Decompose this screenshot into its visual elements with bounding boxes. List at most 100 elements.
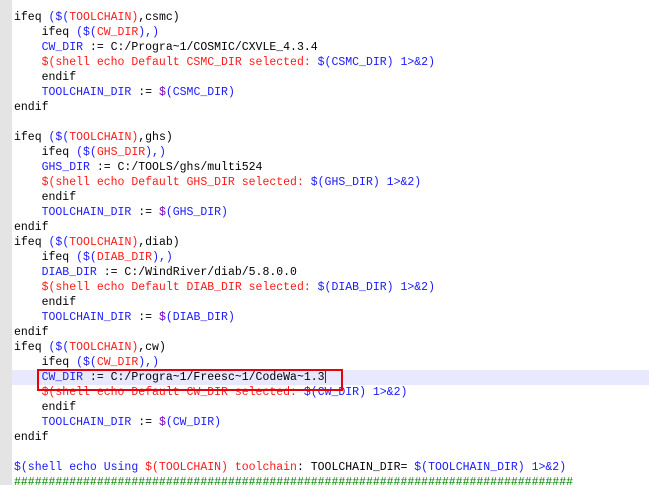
code-token: ifeq	[14, 356, 77, 369]
code-line[interactable]: endif	[14, 295, 649, 310]
code-line[interactable]: TOOLCHAIN_DIR := $(DIAB_DIR)	[14, 310, 649, 325]
code-token: ($(	[76, 26, 97, 39]
code-line[interactable]: DIAB_DIR := C:/WindRiver/diab/5.8.0.0	[14, 265, 649, 280]
code-token: GHS_DIR	[96, 146, 146, 159]
code-line[interactable]: TOOLCHAIN_DIR := $(GHS_DIR)	[14, 205, 649, 220]
code-token: ,ghs)	[138, 131, 173, 144]
code-token: endif	[14, 326, 49, 339]
code-line[interactable]: $(shell echo Default GHS_DIR selected: $…	[14, 175, 649, 190]
code-line[interactable]: GHS_DIR := C:/TOOLS/ghs/multi524	[14, 160, 649, 175]
code-token: ifeq	[14, 11, 49, 24]
code-token: $(GHS_DIR) 1>&2)	[310, 176, 422, 189]
code-line[interactable]: ########################################…	[14, 475, 649, 490]
editor-gutter	[0, 0, 12, 485]
code-token: endif	[14, 101, 49, 114]
code-line[interactable]: ifeq ($(TOOLCHAIN),csmc)	[14, 10, 649, 25]
code-token: $	[158, 416, 166, 429]
code-line[interactable]: ifeq ($(GHS_DIR),)	[14, 145, 649, 160]
code-token: ifeq	[14, 236, 49, 249]
code-token: ),)	[145, 146, 166, 159]
code-line[interactable]: $(shell echo Using $(TOOLCHAIN) toolchai…	[14, 460, 649, 475]
code-token: ($(	[48, 236, 70, 249]
code-token: : TOOLCHAIN_DIR=	[296, 461, 415, 474]
code-token: ,diab)	[138, 236, 180, 249]
code-token: $	[158, 206, 166, 219]
code-line[interactable]: TOOLCHAIN_DIR := $(CW_DIR)	[14, 415, 649, 430]
code-token: (GHS_DIR)	[165, 206, 228, 219]
code-token: endif	[14, 191, 77, 204]
code-token: TOOLCHAIN_DIR	[14, 311, 132, 324]
code-token: $	[158, 311, 166, 324]
code-token: $(DIAB_DIR) 1>&2)	[317, 281, 435, 294]
code-line[interactable]: ifeq ($(TOOLCHAIN),ghs)	[14, 130, 649, 145]
code-line[interactable]: endif	[14, 430, 649, 445]
code-token: ($(	[76, 251, 97, 264]
code-line[interactable]: TOOLCHAIN_DIR := $(CSMC_DIR)	[14, 85, 649, 100]
code-line[interactable]: endif	[14, 70, 649, 85]
code-token: TOOLCHAIN_DIR	[14, 86, 132, 99]
code-token: := C:/TOOLS/ghs/multi524	[89, 161, 263, 174]
code-token: ($(	[48, 341, 70, 354]
code-token: ifeq	[14, 131, 49, 144]
code-token: (DIAB_DIR)	[165, 311, 235, 324]
code-token: TOOLCHAIN)	[69, 341, 139, 354]
code-line[interactable]	[14, 445, 649, 460]
code-line[interactable]: $(shell echo Default DIAB_DIR selected: …	[14, 280, 649, 295]
code-token: endif	[14, 71, 77, 84]
code-line[interactable]: ifeq ($(TOOLCHAIN),diab)	[14, 235, 649, 250]
code-token: (CSMC_DIR)	[165, 86, 235, 99]
code-token: :=	[131, 311, 159, 324]
code-line[interactable]: ifeq ($(TOOLCHAIN),cw)	[14, 340, 649, 355]
code-token: := C:/WindRiver/diab/5.8.0.0	[96, 266, 297, 279]
code-line[interactable]: CW_DIR := C:/Progra~1/COSMIC/CXVLE_4.3.4	[14, 40, 649, 55]
code-token: ifeq	[14, 26, 77, 39]
code-line[interactable]: ifeq ($(CW_DIR),)	[14, 25, 649, 40]
code-token: ($(	[76, 146, 97, 159]
code-token: $	[158, 86, 166, 99]
code-token: ifeq	[14, 251, 77, 264]
code-line[interactable]: endif	[14, 190, 649, 205]
code-token: ($(	[48, 131, 70, 144]
code-token: DIAB_DIR	[96, 251, 153, 264]
code-token: $(TOOLCHAIN_DIR) 1>&2)	[414, 461, 567, 474]
code-token: ($(	[48, 11, 70, 24]
code-token: TOOLCHAIN_DIR	[14, 206, 132, 219]
code-token: TOOLCHAIN_DIR	[14, 416, 132, 429]
code-line[interactable]: endif	[14, 400, 649, 415]
code-token: ($(	[76, 356, 97, 369]
code-token: := C:/Progra~1/COSMIC/CXVLE_4.3.4	[83, 41, 318, 54]
code-token: $(shell echo Default DIAB_DIR selected:	[14, 281, 318, 294]
code-token: ,cw)	[138, 341, 166, 354]
code-line[interactable]	[14, 115, 649, 130]
code-token: $(TOOLCHAIN) toolchain	[145, 461, 297, 474]
code-line[interactable]: ifeq ($(CW_DIR),)	[14, 355, 649, 370]
code-token: CW_DIR	[96, 26, 139, 39]
code-token: TOOLCHAIN)	[69, 11, 139, 24]
code-token: (CW_DIR)	[165, 416, 222, 429]
code-token: TOOLCHAIN)	[69, 131, 139, 144]
code-token: ),)	[152, 251, 173, 264]
code-line[interactable]: ifeq ($(DIAB_DIR),)	[14, 250, 649, 265]
code-token: ),)	[138, 356, 159, 369]
code-token: $(shell echo Using	[14, 461, 146, 474]
code-token: CW_DIR	[14, 41, 84, 54]
code-token: $(CSMC_DIR) 1>&2)	[317, 56, 435, 69]
code-token: ifeq	[14, 341, 49, 354]
code-line[interactable]: endif	[14, 220, 649, 235]
code-token: :=	[131, 206, 159, 219]
code-token: :=	[131, 416, 159, 429]
code-token: ifeq	[14, 146, 77, 159]
code-token: :=	[131, 86, 159, 99]
code-line[interactable]: $(shell echo Default CSMC_DIR selected: …	[14, 55, 649, 70]
code-token: $(shell echo Default GHS_DIR selected:	[14, 176, 311, 189]
code-token: ########################################…	[14, 476, 573, 489]
code-token: TOOLCHAIN)	[69, 236, 139, 249]
code-line[interactable]: endif	[14, 325, 649, 340]
code-token: ),)	[138, 26, 159, 39]
code-token: endif	[14, 401, 77, 414]
code-token: $(shell echo Default CSMC_DIR selected:	[14, 56, 318, 69]
code-token: CW_DIR	[96, 356, 139, 369]
code-line[interactable]: endif	[14, 100, 649, 115]
code-token: GHS_DIR	[14, 161, 90, 174]
code-editor[interactable]: ifeq ($(TOOLCHAIN),csmc) ifeq ($(CW_DIR)…	[12, 10, 649, 490]
